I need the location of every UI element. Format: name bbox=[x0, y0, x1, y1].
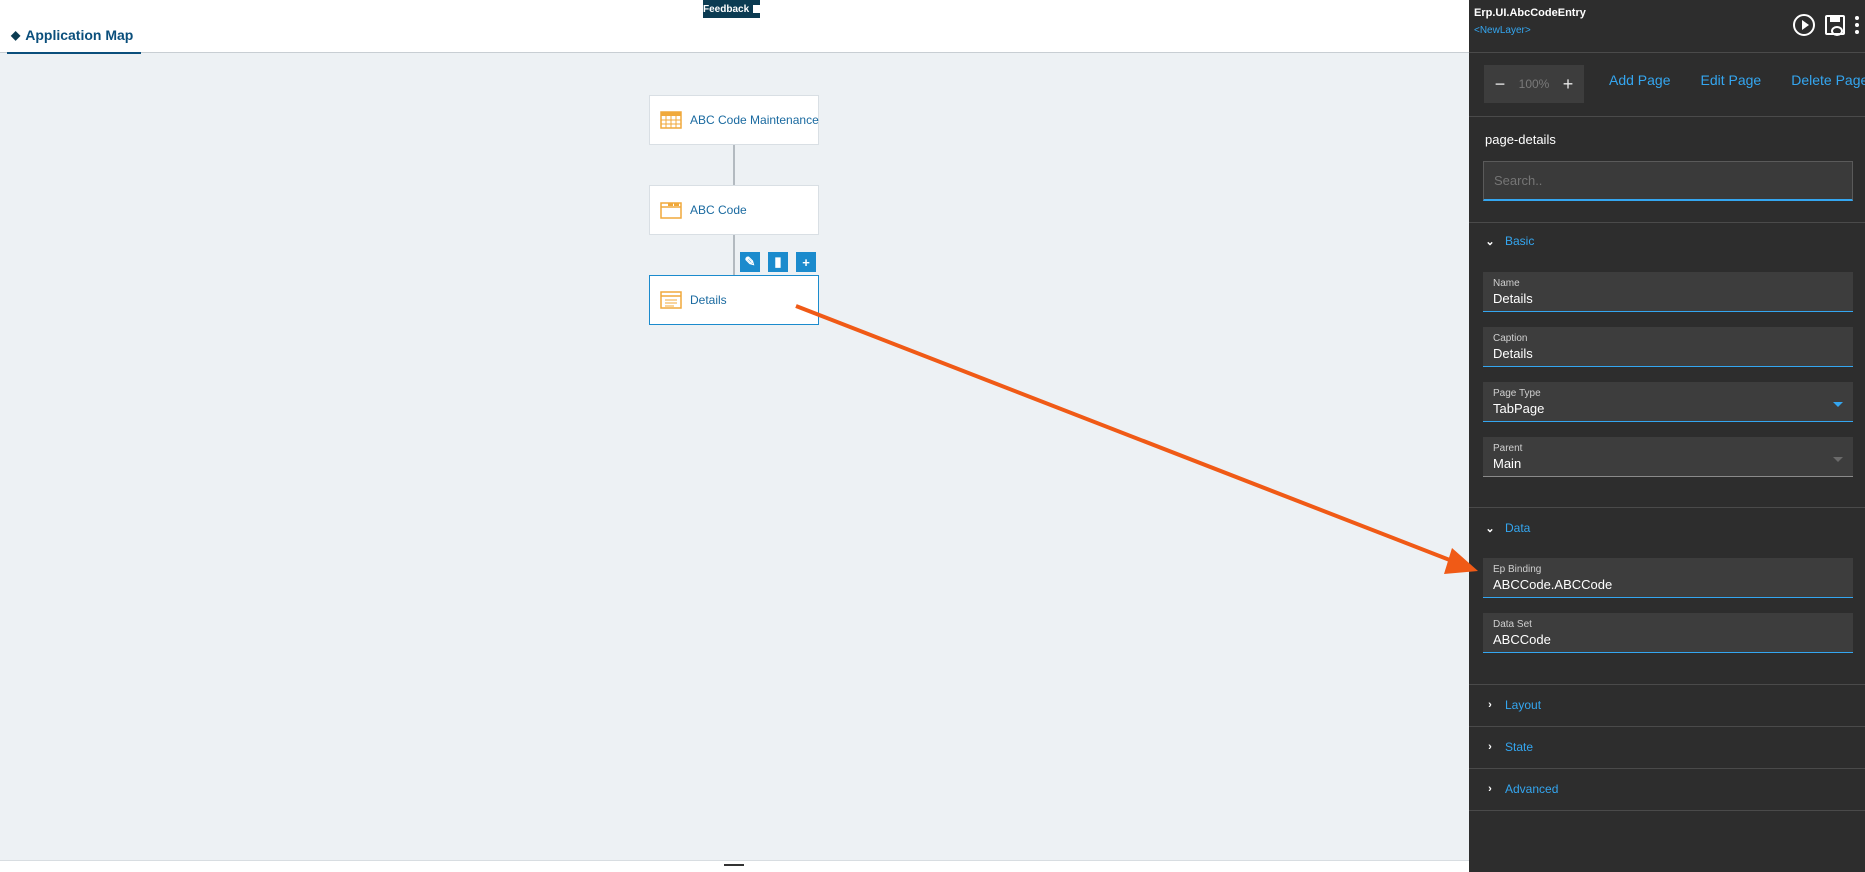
chevron-down-icon: ⌄ bbox=[1485, 235, 1495, 248]
field-label: Data Set bbox=[1493, 619, 1532, 630]
caption-field[interactable]: Caption Details bbox=[1483, 327, 1853, 367]
folder-icon bbox=[660, 202, 682, 219]
divider bbox=[1469, 52, 1865, 53]
field-value: Details bbox=[1493, 291, 1533, 306]
node-label: ABC Code Maintenance bbox=[690, 113, 819, 127]
plus-icon[interactable]: + bbox=[796, 252, 816, 272]
grid-icon bbox=[660, 111, 682, 129]
edit-page-button[interactable]: Edit Page bbox=[1701, 72, 1762, 88]
chevron-right-icon: › bbox=[1488, 783, 1492, 795]
resize-handle[interactable] bbox=[724, 864, 744, 866]
map-node-abc-code-maintenance[interactable]: ABC Code Maintenance bbox=[649, 95, 819, 145]
divider bbox=[1469, 726, 1865, 727]
map-node-details[interactable]: Details bbox=[649, 275, 819, 325]
data-set-field[interactable]: Data Set ABCCode bbox=[1483, 613, 1853, 653]
group-label: Data bbox=[1505, 521, 1531, 535]
trash-icon[interactable]: ▮ bbox=[768, 252, 788, 272]
name-field[interactable]: Name Details bbox=[1483, 272, 1853, 312]
dropdown-caret-icon bbox=[1833, 457, 1843, 462]
node-action-bar: ✎ ▮ + bbox=[740, 252, 816, 272]
divider bbox=[1469, 810, 1865, 811]
properties-panel: Erp.UI.AbcCodeEntry <NewLayer> − 100% + … bbox=[1469, 0, 1865, 872]
tab-application-map[interactable]: ◆ Application Map bbox=[7, 27, 142, 54]
group-layout-header[interactable]: › Layout bbox=[1485, 698, 1541, 712]
node-connector bbox=[733, 235, 735, 275]
feedback-label: Feedback bbox=[703, 3, 750, 15]
divider bbox=[1469, 768, 1865, 769]
group-state-header[interactable]: › State bbox=[1485, 740, 1533, 754]
bottom-strip bbox=[0, 860, 1469, 872]
page-actions: Add Page Edit Page Delete Page bbox=[1609, 72, 1865, 88]
page-type-select[interactable]: Page Type TabPage bbox=[1483, 382, 1853, 422]
divider bbox=[1469, 116, 1865, 117]
top-bar: Feedback ◆ Application Map bbox=[0, 0, 1469, 54]
zoom-in-button[interactable]: + bbox=[1560, 74, 1576, 95]
field-label: Ep Binding bbox=[1493, 564, 1542, 575]
chevron-right-icon: › bbox=[1488, 741, 1492, 753]
field-value: Main bbox=[1493, 456, 1522, 471]
node-label: ABC Code bbox=[690, 203, 747, 217]
parent-select: Parent Main bbox=[1483, 437, 1853, 477]
delete-page-button[interactable]: Delete Page bbox=[1791, 72, 1865, 88]
page-icon bbox=[660, 291, 682, 309]
layers-icon: ◆ bbox=[11, 28, 21, 42]
field-label: Page Type bbox=[1493, 388, 1541, 399]
zoom-out-button[interactable]: − bbox=[1492, 74, 1508, 95]
save-icon[interactable] bbox=[1825, 15, 1845, 36]
add-page-button[interactable]: Add Page bbox=[1609, 72, 1671, 88]
search-input[interactable] bbox=[1483, 161, 1853, 201]
field-value: TabPage bbox=[1493, 401, 1545, 416]
divider bbox=[1469, 222, 1865, 223]
zoom-value: 100% bbox=[1518, 77, 1550, 91]
divider bbox=[1469, 507, 1865, 508]
group-label: Layout bbox=[1505, 698, 1542, 712]
node-label: Details bbox=[690, 293, 727, 307]
group-data-header[interactable]: ⌄ Data bbox=[1485, 521, 1530, 535]
feedback-button[interactable]: Feedback bbox=[703, 0, 760, 18]
ep-binding-field[interactable]: Ep Binding ABCCode.ABCCode bbox=[1483, 558, 1853, 598]
field-label: Name bbox=[1493, 278, 1520, 289]
group-advanced-header[interactable]: › Advanced bbox=[1485, 782, 1558, 796]
node-connector bbox=[733, 145, 735, 185]
more-vertical-icon[interactable] bbox=[1855, 16, 1859, 34]
field-label: Parent bbox=[1493, 443, 1523, 454]
panel-title: Erp.UI.AbcCodeEntry bbox=[1474, 7, 1586, 19]
group-label: Basic bbox=[1505, 234, 1535, 248]
field-value: Details bbox=[1493, 346, 1533, 361]
zoom-control: − 100% + bbox=[1484, 65, 1584, 103]
dropdown-caret-icon bbox=[1833, 402, 1843, 407]
play-icon[interactable] bbox=[1793, 14, 1815, 36]
group-label: Advanced bbox=[1505, 782, 1559, 796]
map-node-abc-code[interactable]: ABC Code bbox=[649, 185, 819, 235]
chevron-right-icon: › bbox=[1488, 699, 1492, 711]
field-value: ABCCode bbox=[1493, 632, 1551, 647]
divider bbox=[1469, 684, 1865, 685]
field-value: ABCCode.ABCCode bbox=[1493, 577, 1613, 592]
group-label: State bbox=[1505, 740, 1534, 754]
flag-icon bbox=[753, 5, 760, 13]
group-basic-header[interactable]: ⌄ Basic bbox=[1485, 234, 1534, 248]
field-label: Caption bbox=[1493, 333, 1528, 344]
edit-icon[interactable]: ✎ bbox=[740, 252, 760, 272]
section-title: page-details bbox=[1485, 132, 1556, 147]
layer-link[interactable]: <NewLayer> bbox=[1474, 25, 1531, 36]
chevron-down-icon: ⌄ bbox=[1485, 522, 1495, 535]
panel-toolbar bbox=[1793, 14, 1859, 36]
tab-label: Application Map bbox=[25, 27, 134, 43]
